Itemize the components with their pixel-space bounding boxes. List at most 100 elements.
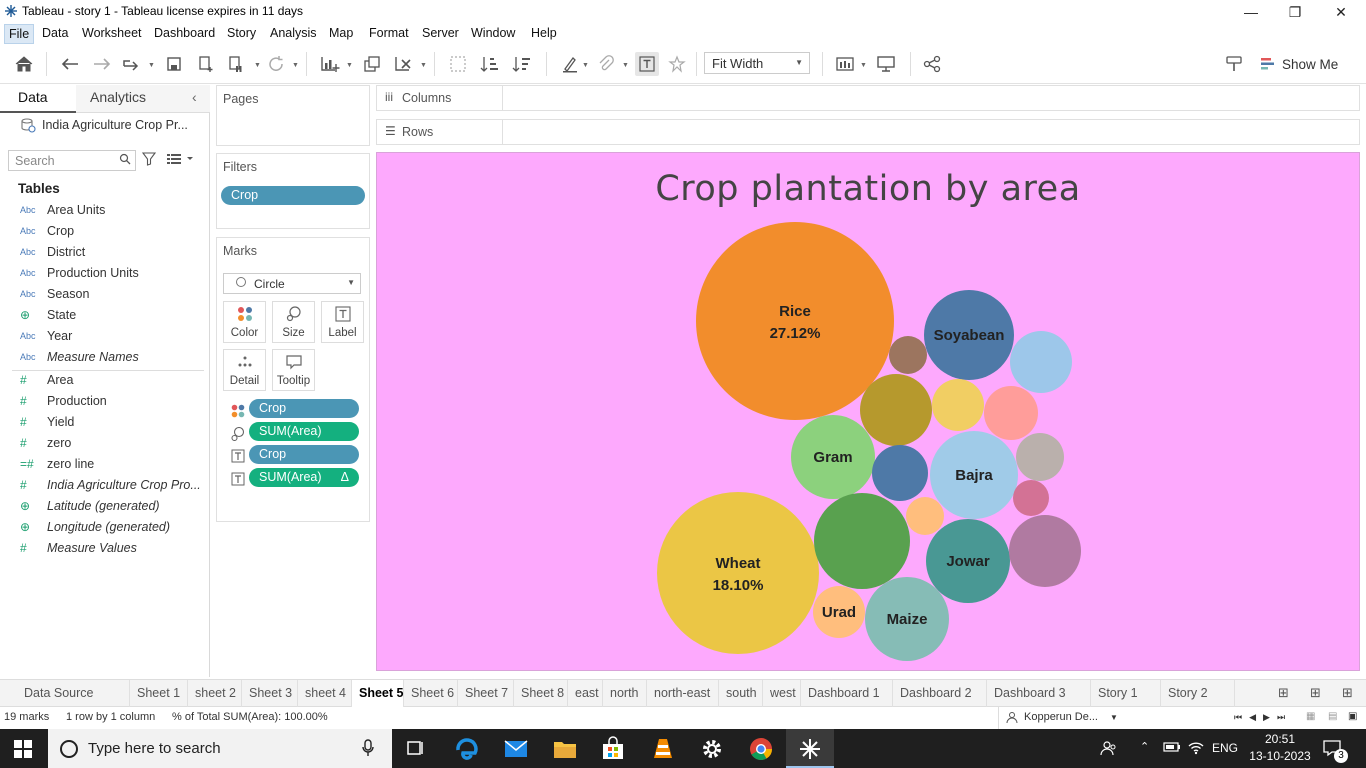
new-dashboard-icon[interactable]: ⊞ <box>1310 685 1321 701</box>
battery-icon[interactable] <box>1163 740 1181 757</box>
field-item[interactable]: # zero <box>0 434 205 455</box>
filter-icon[interactable] <box>141 152 157 169</box>
chevron-down-icon[interactable]: ▼ <box>1110 713 1118 722</box>
bubble-mark[interactable] <box>1016 433 1064 481</box>
menu-format[interactable]: Format <box>369 26 409 40</box>
vlc-icon[interactable] <box>650 736 676 762</box>
pages-card[interactable]: Pages <box>216 85 370 146</box>
tabs-view-icon[interactable]: ▣ <box>1348 711 1357 722</box>
bubble-mark[interactable]: Jowar <box>926 519 1010 603</box>
bubble-chart[interactable]: Rice 27.12% Wheat 18.10% Soyabean Bajra Jowar G… <box>377 153 1361 672</box>
field-item[interactable]: Abc Season <box>0 285 205 306</box>
sheet-tab[interactable]: sheet 4 <box>298 680 352 707</box>
wifi-icon[interactable] <box>1187 738 1205 759</box>
store-icon[interactable] <box>600 736 626 762</box>
sheet-tab[interactable]: Sheet 6 <box>404 680 458 707</box>
menu-server[interactable]: Server <box>422 26 459 40</box>
chevron-up-icon[interactable]: ⌃ <box>1140 740 1149 753</box>
field-item[interactable]: # Yield <box>0 413 205 434</box>
bubble-circle[interactable] <box>1016 433 1064 481</box>
field-item[interactable]: Abc Crop <box>0 222 205 243</box>
bubble-circle[interactable] <box>657 492 819 654</box>
sheet-tab[interactable]: Dashboard 3 <box>987 680 1091 707</box>
user-name[interactable]: Kopperun De... <box>1024 711 1098 723</box>
show-mark-labels-icon[interactable] <box>635 52 659 76</box>
mark-pill-color-crop[interactable]: Crop <box>249 399 359 418</box>
menu-story[interactable]: Story <box>227 26 256 40</box>
field-item[interactable]: =# zero line <box>0 455 205 476</box>
tooltip-button[interactable]: Tooltip <box>272 349 315 391</box>
filter-pill-crop[interactable]: Crop <box>221 186 365 205</box>
attachment-icon[interactable] <box>594 52 618 76</box>
field-item[interactable]: ⊕ Longitude (generated) <box>0 518 205 539</box>
bubble-circle[interactable] <box>872 445 928 501</box>
sheet-tab[interactable]: Sheet 7 <box>458 680 514 707</box>
mark-pill-size-area[interactable]: SUM(Area) <box>249 422 359 441</box>
menu-map[interactable]: Map <box>329 26 353 40</box>
show-cards-icon[interactable] <box>834 52 858 76</box>
menu-file[interactable]: File <box>4 24 35 44</box>
mark-pill-label-crop[interactable]: Crop <box>249 445 359 464</box>
bubble-mark[interactable]: Wheat 18.10% <box>657 492 819 654</box>
show-me-button[interactable]: Show Me <box>1260 52 1340 76</box>
settings-gear-icon[interactable] <box>699 736 725 762</box>
sheet-tab[interactable]: Sheet 3 <box>242 680 298 707</box>
menu-help[interactable]: Help <box>531 26 557 40</box>
rows-shelf[interactable]: ☰ Rows <box>376 119 1360 145</box>
group-members-icon[interactable] <box>446 52 470 76</box>
bubble-mark[interactable] <box>906 497 944 535</box>
redo-icon[interactable] <box>90 52 114 76</box>
clock-date[interactable]: 13-10-2023 <box>1245 749 1315 763</box>
bubble-mark[interactable] <box>932 379 984 431</box>
sort-ascending-icon[interactable] <box>478 52 502 76</box>
bubble-mark[interactable]: Urad <box>813 586 865 638</box>
field-item[interactable]: Abc Measure Names <box>0 348 205 369</box>
sort-descending-icon[interactable] <box>510 52 534 76</box>
task-view-icon[interactable] <box>404 736 430 762</box>
new-data-source-icon[interactable] <box>194 52 218 76</box>
language-indicator[interactable]: ENG <box>1212 741 1238 755</box>
bubble-mark[interactable] <box>860 374 932 446</box>
bubble-mark[interactable] <box>1009 515 1081 587</box>
people-icon[interactable] <box>1100 739 1118 760</box>
close-button[interactable]: ✕ <box>1318 0 1364 24</box>
field-item[interactable]: Abc District <box>0 243 205 264</box>
grid-view-icon[interactable]: ▦ <box>1306 711 1315 722</box>
bubble-circle[interactable] <box>860 374 932 446</box>
bubble-mark[interactable]: Rice 27.12% <box>696 222 894 420</box>
mark-type-select[interactable]: Circle ▼ <box>223 273 361 294</box>
viz-canvas[interactable]: Crop plantation by area Rice 27.12% Wheat 1… <box>376 152 1360 671</box>
sheet-tab[interactable]: south <box>719 680 763 707</box>
chrome-icon[interactable] <box>748 736 774 762</box>
fix-axes-icon[interactable] <box>665 52 689 76</box>
new-worksheet-icon[interactable] <box>318 52 342 76</box>
bubble-mark[interactable] <box>984 386 1038 440</box>
pause-updates-icon[interactable] <box>224 52 248 76</box>
bubble-mark[interactable]: Gram <box>791 415 875 499</box>
field-search-input[interactable]: Search <box>8 150 136 171</box>
sheet-tab[interactable]: Dashboard 1 <box>801 680 893 707</box>
bubble-mark[interactable]: Soyabean <box>924 290 1014 380</box>
bubble-circle[interactable] <box>889 336 927 374</box>
bubble-circle[interactable] <box>1010 331 1072 393</box>
menu-window[interactable]: Window <box>471 26 515 40</box>
label-button[interactable]: Label <box>321 301 364 343</box>
filmstrip-view-icon[interactable]: ▤ <box>1328 711 1337 722</box>
sheet-tab[interactable]: east <box>568 680 603 707</box>
bubble-circle[interactable] <box>814 493 910 589</box>
sheet-tab[interactable]: west <box>763 680 801 707</box>
field-item[interactable]: ⊕ State <box>0 306 205 327</box>
bubble-mark[interactable] <box>872 445 928 501</box>
minimize-button[interactable]: — <box>1228 0 1274 24</box>
sheet-tab[interactable]: sheet 2 <box>188 680 242 707</box>
field-item[interactable]: # Measure Values <box>0 539 205 560</box>
field-item[interactable]: # India Agriculture Crop Pro... <box>0 476 205 497</box>
bubble-circle[interactable] <box>1009 515 1081 587</box>
sheet-tab[interactable]: Data Source <box>6 680 130 707</box>
mark-pill-label-area[interactable]: SUM(Area) Δ <box>249 468 359 487</box>
sheet-navigation-icons[interactable]: ⏮◀▶⏭ <box>1234 712 1292 723</box>
edge-icon[interactable] <box>454 736 480 762</box>
field-item[interactable]: Abc Area Units <box>0 201 205 222</box>
bubble-mark[interactable] <box>1013 480 1049 516</box>
bubble-mark[interactable] <box>1010 331 1072 393</box>
